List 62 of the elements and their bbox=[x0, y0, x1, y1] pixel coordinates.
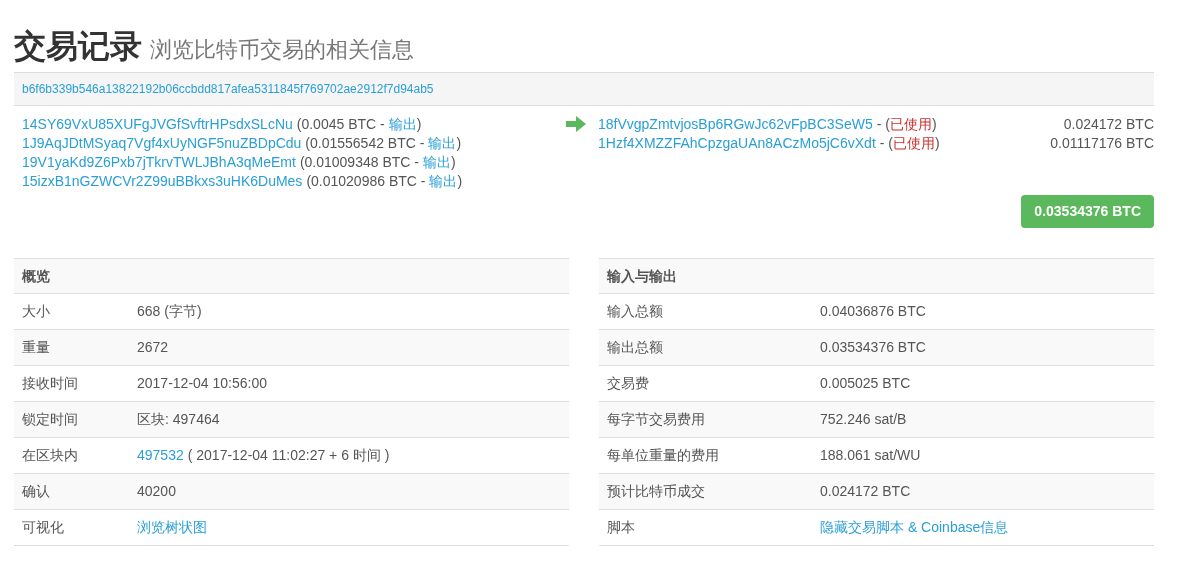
output-value: 0.01117176 BTC bbox=[1050, 134, 1154, 153]
row-label: 重量 bbox=[22, 338, 51, 357]
row-value: 区块: 497464 bbox=[137, 410, 220, 429]
input-amount: (0.0045 BTC - bbox=[296, 115, 385, 134]
closing-paren: ) bbox=[450, 153, 456, 172]
output-link[interactable]: 输出 bbox=[422, 153, 451, 172]
row-value: 188.061 sat/WU bbox=[820, 446, 921, 465]
row-label: 每单位重量的费用 bbox=[607, 446, 720, 465]
row-label: 输出总额 bbox=[607, 338, 664, 357]
spent-status: 已使用 bbox=[893, 134, 935, 153]
output-link[interactable]: 输出 bbox=[388, 115, 417, 134]
closing-paren: ) bbox=[456, 134, 462, 153]
row-value: 2017-12-04 10:56:00 bbox=[137, 374, 267, 393]
input-address-link[interactable]: 1J9AqJDtMSyaq7Vgf4xUyNGF5nuZBDpCdu bbox=[22, 134, 302, 153]
row-label: 输入总额 bbox=[607, 302, 664, 321]
separator: - ( bbox=[879, 134, 893, 153]
input-amount: (0.01020986 BTC - bbox=[306, 172, 426, 191]
input-amount: (0.01009348 BTC - bbox=[299, 153, 419, 172]
row-label: 大小 bbox=[22, 302, 51, 321]
row-value: ( 2017-12-04 11:02:27 + 6 时间 ) bbox=[187, 446, 390, 465]
page-title: 交易记录 bbox=[14, 30, 142, 62]
row-label: 接收时间 bbox=[22, 374, 79, 393]
input-address-link[interactable]: 15izxB1nGZWCVr2Z99uBBkxs3uHK6DuMes bbox=[22, 172, 303, 191]
transaction-hash-link[interactable]: b6f6b339b546a13822192b06ccbdd817afea5311845f769702ae2912f7d94ab5 bbox=[22, 80, 434, 98]
closing-paren: ) bbox=[935, 134, 940, 153]
input-address-link[interactable]: 19V1yaKd9Z6Pxb7jTkrvTWLJBhA3qMeEmt bbox=[22, 153, 296, 172]
row-value: 40200 bbox=[137, 482, 176, 501]
row-label: 每字节交易费用 bbox=[607, 410, 706, 429]
right-arrow-icon bbox=[566, 116, 586, 132]
row-label: 在区块内 bbox=[22, 446, 79, 465]
closing-paren: ) bbox=[931, 115, 937, 134]
row-value: 0.04036876 BTC bbox=[820, 302, 926, 321]
row-value: 2672 bbox=[137, 338, 169, 357]
closing-paren: ) bbox=[457, 172, 463, 191]
row-label: 预计比特币成交 bbox=[607, 482, 706, 501]
separator: - ( bbox=[876, 115, 890, 134]
table-link[interactable]: 497532 bbox=[137, 445, 184, 466]
output-link[interactable]: 输出 bbox=[428, 134, 457, 153]
spent-status: 已使用 bbox=[889, 115, 932, 134]
row-label: 脚本 bbox=[607, 518, 636, 537]
table-header: 输入与输出 bbox=[599, 258, 1154, 294]
row-label: 交易费 bbox=[607, 374, 650, 393]
page-subtitle: 浏览比特币交易的相关信息 bbox=[150, 39, 414, 61]
table-link[interactable]: 隐藏交易脚本 & Coinbase信息 bbox=[820, 517, 1009, 538]
row-value: 0.03534376 BTC bbox=[820, 338, 926, 357]
table-link[interactable]: 浏览树状图 bbox=[137, 517, 207, 538]
row-value: 752.246 sat/B bbox=[820, 410, 907, 429]
output-link[interactable]: 输出 bbox=[429, 172, 458, 191]
row-label: 确认 bbox=[22, 482, 51, 501]
output-value: 0.024172 BTC bbox=[1063, 115, 1154, 134]
total-button[interactable]: 0.03534376 BTC bbox=[1021, 195, 1154, 228]
row-label: 可视化 bbox=[22, 518, 65, 537]
output-address-link[interactable]: 18fVvgpZmtvjosBp6RGwJc62vFpBC3SeW5 bbox=[598, 115, 873, 134]
row-label: 锁定时间 bbox=[22, 410, 79, 429]
input-address-link[interactable]: 14SY69VxU85XUFgJVGfSvftrHPsdxSLcNu bbox=[22, 115, 293, 134]
row-value: 0.005025 BTC bbox=[820, 374, 911, 393]
table-header: 概览 bbox=[14, 258, 569, 294]
input-amount: (0.01556542 BTC - bbox=[305, 134, 425, 153]
row-value: 668 (字节) bbox=[137, 302, 202, 321]
row-value: 0.024172 BTC bbox=[820, 482, 911, 501]
output-address-link[interactable]: 1Hzf4XMZZFAhCpzgaUAn8ACzMo5jC6vXdt bbox=[598, 134, 876, 153]
closing-paren: ) bbox=[416, 115, 422, 134]
